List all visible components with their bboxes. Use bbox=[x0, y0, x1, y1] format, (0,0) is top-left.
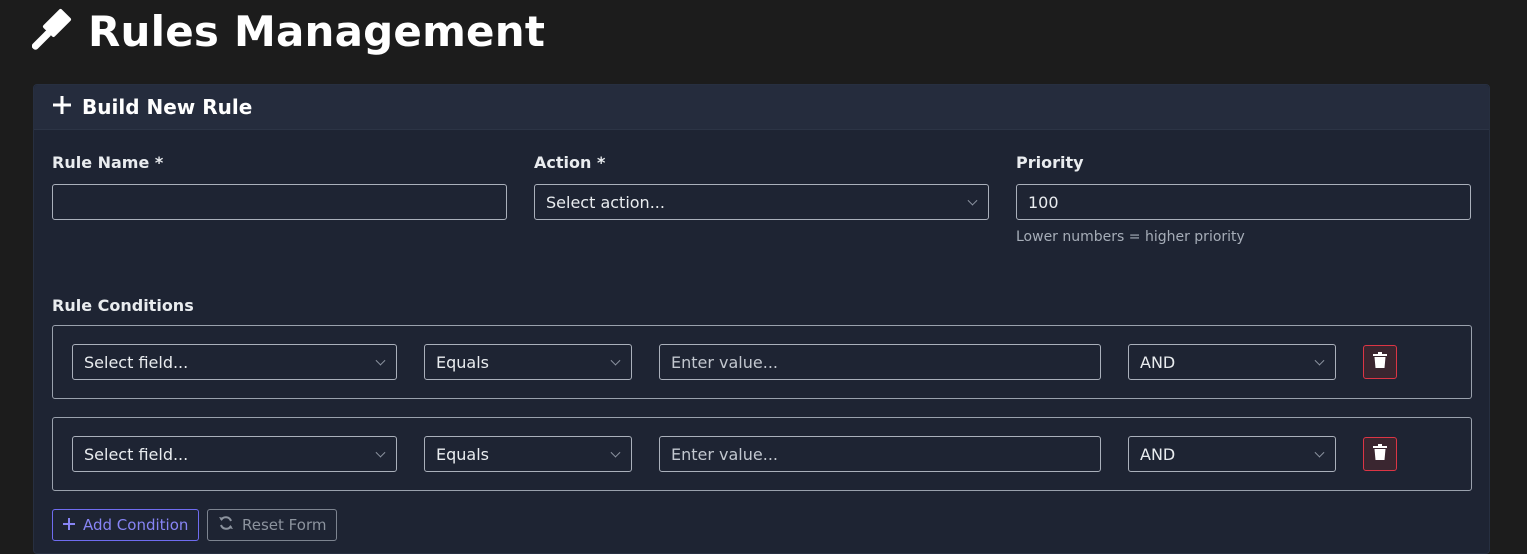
priority-label: Priority bbox=[1016, 153, 1084, 172]
rule-name-label: Rule Name * bbox=[52, 153, 164, 172]
chevron-down-icon bbox=[1314, 447, 1325, 458]
chevron-down-icon bbox=[610, 447, 621, 458]
condition-logic-select[interactable]: AND bbox=[1128, 344, 1336, 380]
refresh-icon bbox=[218, 515, 234, 535]
condition-field-value: Select field... bbox=[84, 444, 189, 464]
condition-value-input[interactable]: Enter value... bbox=[659, 344, 1101, 380]
action-select-value: Select action... bbox=[546, 192, 665, 212]
chevron-down-icon bbox=[1314, 355, 1325, 366]
condition-row: Select field... Equals Enter value... AN… bbox=[52, 325, 1472, 399]
card-title: Build New Rule bbox=[82, 95, 253, 119]
priority-value: 100 bbox=[1028, 192, 1059, 212]
reset-form-label: Reset Form bbox=[242, 516, 327, 534]
condition-row: Select field... Equals Enter value... AN… bbox=[52, 417, 1472, 491]
condition-field-select[interactable]: Select field... bbox=[72, 344, 397, 380]
chevron-down-icon bbox=[967, 195, 978, 206]
chevron-down-icon bbox=[375, 355, 386, 366]
rule-name-input[interactable] bbox=[52, 184, 507, 220]
condition-logic-value: AND bbox=[1140, 352, 1176, 372]
card-header: Build New Rule bbox=[34, 85, 1489, 130]
trash-icon bbox=[1373, 444, 1387, 464]
action-select[interactable]: Select action... bbox=[534, 184, 989, 220]
chevron-down-icon bbox=[375, 447, 386, 458]
condition-value-placeholder: Enter value... bbox=[671, 352, 778, 372]
build-rule-card: Build New Rule Rule Name * Action * Sele… bbox=[33, 84, 1490, 554]
add-condition-label: Add Condition bbox=[83, 516, 189, 534]
page-header: Rules Management bbox=[32, 4, 545, 58]
chevron-down-icon bbox=[610, 355, 621, 366]
priority-help-text: Lower numbers = higher priority bbox=[1016, 229, 1245, 245]
condition-operator-select[interactable]: Equals bbox=[424, 436, 632, 472]
page-title: Rules Management bbox=[88, 6, 546, 56]
priority-input[interactable]: 100 bbox=[1016, 184, 1471, 220]
delete-condition-button[interactable] bbox=[1363, 437, 1397, 471]
condition-operator-select[interactable]: Equals bbox=[424, 344, 632, 380]
condition-logic-select[interactable]: AND bbox=[1128, 436, 1336, 472]
add-condition-button[interactable]: Add Condition bbox=[52, 509, 200, 541]
condition-field-select[interactable]: Select field... bbox=[72, 436, 397, 472]
condition-logic-value: AND bbox=[1140, 444, 1176, 464]
condition-field-value: Select field... bbox=[84, 352, 189, 372]
plus-icon bbox=[52, 95, 72, 119]
trash-icon bbox=[1373, 352, 1387, 372]
condition-operator-value: Equals bbox=[436, 444, 489, 464]
condition-value-input[interactable]: Enter value... bbox=[659, 436, 1101, 472]
plus-icon bbox=[63, 516, 75, 534]
reset-form-button[interactable]: Reset Form bbox=[207, 509, 338, 541]
gavel-icon bbox=[32, 8, 78, 54]
delete-condition-button[interactable] bbox=[1363, 345, 1397, 379]
rule-conditions-label: Rule Conditions bbox=[52, 296, 194, 315]
action-label: Action * bbox=[534, 153, 606, 172]
condition-operator-value: Equals bbox=[436, 352, 489, 372]
condition-value-placeholder: Enter value... bbox=[671, 444, 778, 464]
